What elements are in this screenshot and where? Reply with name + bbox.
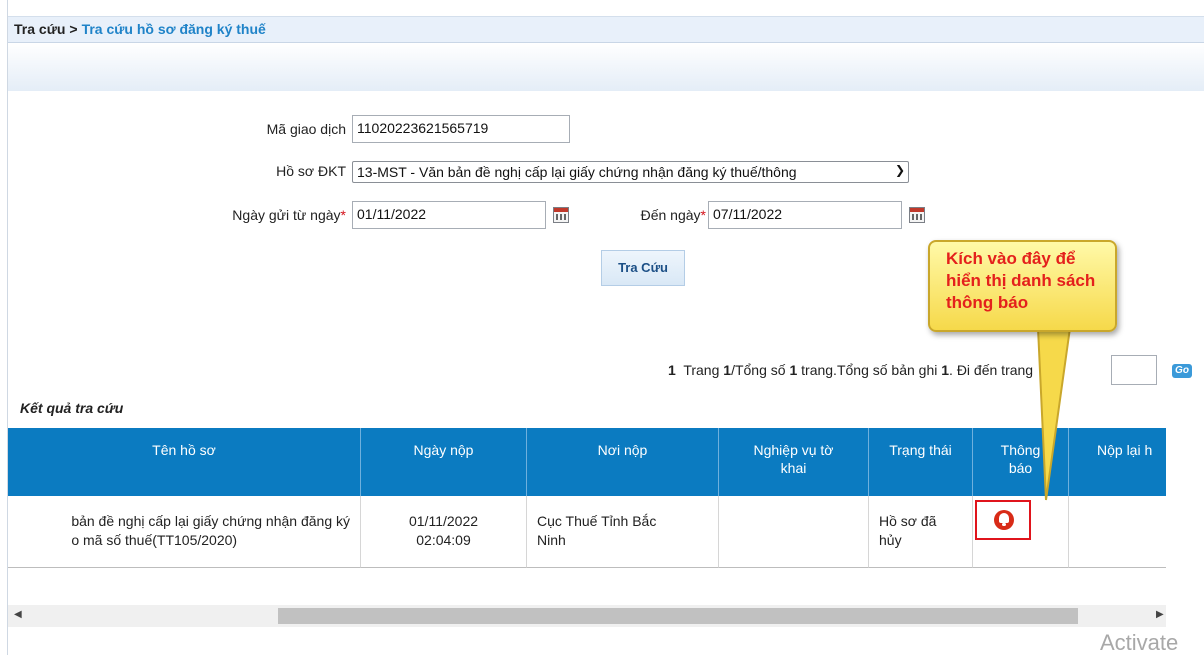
from-date-input[interactable]: 01/11/2022: [352, 201, 546, 229]
windows-activation-watermark: Activate: [1100, 630, 1179, 655]
from-date-label-text: Ngày gửi từ ngày: [232, 207, 341, 223]
submit-date: 01/11/2022: [408, 513, 479, 529]
dossier-name-line2: o mã số thuế(TT105/2020): [71, 532, 238, 548]
calendar-icon[interactable]: [553, 207, 569, 223]
pager-page-number: 1: [723, 362, 732, 378]
notification-button[interactable]: [975, 500, 1031, 540]
to-date-input[interactable]: 07/11/2022: [708, 201, 902, 229]
column-header-status: Trạng thái: [869, 428, 973, 496]
goto-page-input[interactable]: [1111, 355, 1157, 385]
required-mark: *: [700, 207, 706, 223]
pager-total-pages: 1: [789, 362, 798, 378]
pager-total-records: 1: [941, 362, 950, 378]
scrollbar-thumb[interactable]: [278, 608, 1078, 624]
transaction-code-label: Mã giao dịch: [266, 121, 346, 137]
scroll-right-icon[interactable]: ▶: [1156, 609, 1164, 620]
table-cell-date: 01/11/2022 02:04:09: [361, 496, 527, 568]
calendar-icon[interactable]: [909, 207, 925, 223]
dossier-name-text: bản đề nghị cấp lại giấy chứng nhận đăng…: [71, 512, 350, 550]
dossier-select-value: 13-MST - Văn bản đề nghị cấp lại giấy ch…: [357, 164, 797, 180]
to-date-label: Đến ngày*: [600, 207, 706, 223]
required-mark: *: [340, 207, 346, 223]
table-cell-resubmit: [1069, 496, 1166, 568]
breadcrumb-current[interactable]: Tra cứu hồ sơ đăng ký thuế: [82, 21, 266, 37]
dossier-label: Hồ sơ ĐKT: [276, 163, 346, 179]
table-cell-place: Cục Thuế Tỉnh Bắc Ninh: [527, 496, 719, 568]
dossier-select[interactable]: 13-MST - Văn bản đề nghị cấp lại giấy ch…: [352, 161, 909, 183]
transaction-code-input[interactable]: 11020223621565719: [352, 115, 570, 143]
annotation-callout: Kích vào đây để hiển thị danh sách thông…: [928, 240, 1117, 332]
pager-text-records: trang.Tổng số bản ghi: [801, 362, 938, 378]
pager-text-total: /Tổng số: [731, 362, 786, 378]
pager-text-page: Trang: [683, 362, 720, 378]
results-table: Tên hồ sơ Ngày nộp Nơi nộp Nghiệp vụ tờ …: [8, 428, 1166, 570]
callout-pointer: [1036, 328, 1072, 501]
pagination-info: 1 Trang 1/Tổng số 1 trang.Tổng số bản gh…: [668, 362, 1033, 378]
search-button[interactable]: Tra Cứu: [601, 250, 685, 286]
bell-icon: [994, 510, 1014, 530]
pager-text-goto: . Đi đến trang: [949, 362, 1034, 378]
pager-current[interactable]: 1: [668, 362, 676, 378]
submit-time: 02:04:09: [416, 532, 471, 548]
dossier-name-line1: bản đề nghị cấp lại giấy chứng nhận đăng…: [71, 513, 350, 529]
table-header: Tên hồ sơ Ngày nộp Nơi nộp Nghiệp vụ tờ …: [8, 428, 1166, 496]
breadcrumb-root[interactable]: Tra cứu: [14, 21, 65, 37]
breadcrumb-separator: >: [69, 21, 78, 37]
table-cell-business: [719, 496, 869, 568]
breadcrumb: Tra cứu > Tra cứu hồ sơ đăng ký thuế: [8, 16, 1204, 43]
column-header-name: Tên hồ sơ: [8, 428, 361, 496]
from-date-label: Ngày gửi từ ngày*: [140, 207, 346, 223]
table-cell-name[interactable]: bản đề nghị cấp lại giấy chứng nhận đăng…: [8, 496, 361, 568]
column-header-date: Ngày nộp: [361, 428, 527, 496]
column-header-place: Nơi nộp: [527, 428, 719, 496]
table-cell-status: Hồ sơ đã hủy: [869, 496, 973, 568]
to-date-label-text: Đến ngày: [640, 207, 701, 223]
header-gradient-bar: [8, 43, 1204, 91]
scroll-left-icon[interactable]: ◀: [14, 609, 22, 620]
chevron-down-icon: ❯: [894, 163, 905, 177]
horizontal-scrollbar[interactable]: ◀ ▶: [8, 605, 1166, 627]
go-button[interactable]: Go: [1172, 364, 1192, 378]
column-header-business: Nghiệp vụ tờ khai: [719, 428, 869, 496]
results-title: Kết quả tra cứu: [20, 400, 124, 416]
